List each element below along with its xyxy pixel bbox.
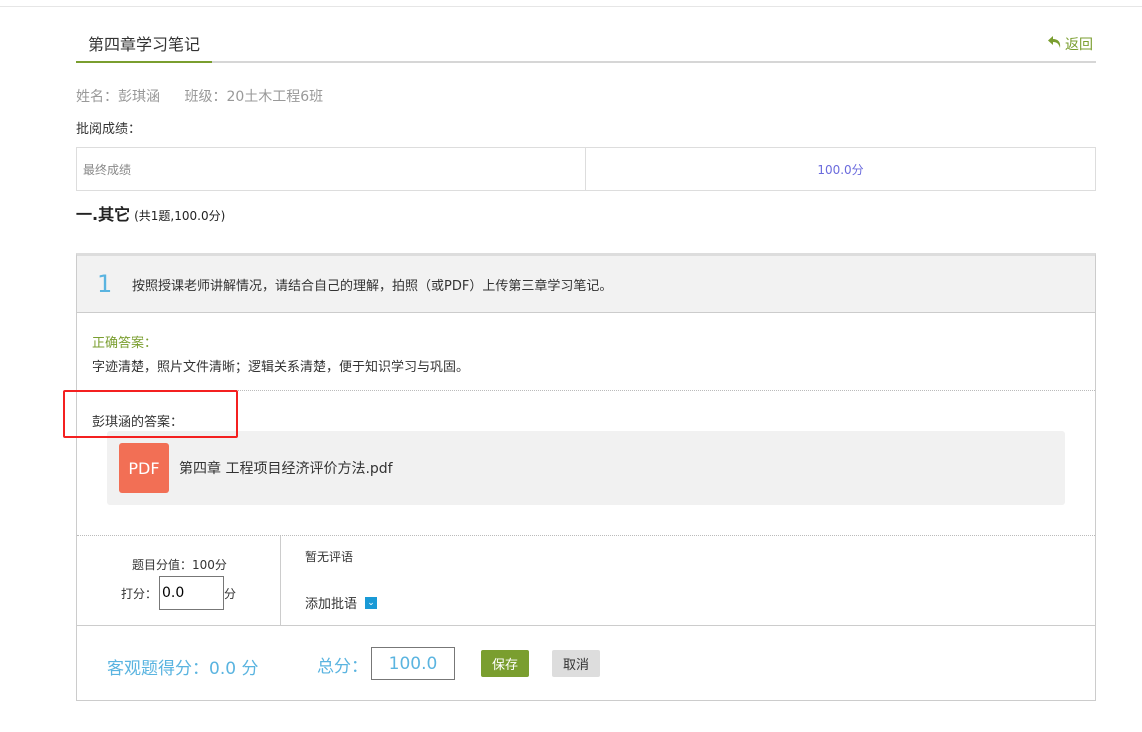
section-title: 一.其它 (共1题,100.0分) (76, 201, 225, 225)
section-summary: (共1题,100.0分) (134, 209, 226, 223)
correct-answer-text: 字迹清楚，照片文件清晰；逻辑关系清楚，便于知识学习与巩固。 (92, 360, 470, 375)
score-input[interactable] (159, 576, 225, 610)
score-label: 打分： (121, 586, 158, 601)
question-number: 1 (97, 270, 113, 298)
scoring-panel: 题目分值：100分 打分： 分 暂无评语 添加批语 ⌄ (77, 536, 1095, 626)
question-text: 按照授课老师讲解情况，请结合自己的理解，拍照（或PDF）上传第三章学习笔记。 (132, 278, 613, 294)
add-comment-label: 添加批语 (305, 597, 358, 612)
correct-answer-label: 正确答案： (92, 336, 158, 351)
objective-score: 客观题得分：0.0 分 (107, 659, 259, 679)
top-divider (0, 6, 1142, 7)
file-name[interactable]: 第四章 工程项目经济评价方法.pdf (179, 458, 393, 478)
attachment-file[interactable]: PDF 第四章 工程项目经济评价方法.pdf (107, 431, 1065, 505)
highlight-box (63, 390, 238, 438)
question-value: 题目分值：100分 (132, 558, 227, 572)
tab-underline (76, 61, 1096, 63)
add-comment-toggle[interactable]: 添加批语 ⌄ (305, 593, 378, 612)
grade-table: 最终成绩 100.0分 (76, 147, 1096, 191)
pdf-icon: PDF (119, 443, 169, 493)
no-comment-text: 暂无评语 (305, 550, 354, 564)
section-name: 一.其它 (76, 205, 131, 224)
student-name: 姓名：彭琪涵 (76, 89, 160, 105)
student-info: 姓名：彭琪涵 班级：20土木工程6班 (76, 86, 343, 106)
cancel-button[interactable]: 取消 (552, 650, 600, 677)
back-button[interactable]: 返回 (1048, 34, 1093, 54)
save-button[interactable]: 保存 (481, 650, 529, 677)
summary-bar: 客观题得分：0.0 分 总分： 保存 取消 (77, 627, 1095, 702)
back-label: 返回 (1065, 37, 1093, 53)
total-label: 总分： (317, 657, 368, 677)
final-grade-value: 100.0分 (817, 162, 864, 177)
total-score-input[interactable] (371, 647, 455, 680)
question-header: 1 按照授课老师讲解情况，请结合自己的理解，拍照（或PDF）上传第三章学习笔记。 (77, 256, 1095, 313)
return-arrow-icon (1048, 35, 1062, 53)
question-card: 1 按照授课老师讲解情况，请结合自己的理解，拍照（或PDF）上传第三章学习笔记。… (76, 253, 1096, 701)
student-class: 班级：20土木工程6班 (184, 89, 324, 105)
grade-label: 批阅成绩： (76, 122, 142, 137)
final-grade-label: 最终成绩 (77, 148, 586, 190)
score-unit: 分 (224, 586, 237, 601)
chevron-down-icon[interactable]: ⌄ (365, 596, 378, 609)
tab-chapter-notes[interactable]: 第四章学习笔记 (88, 31, 200, 55)
